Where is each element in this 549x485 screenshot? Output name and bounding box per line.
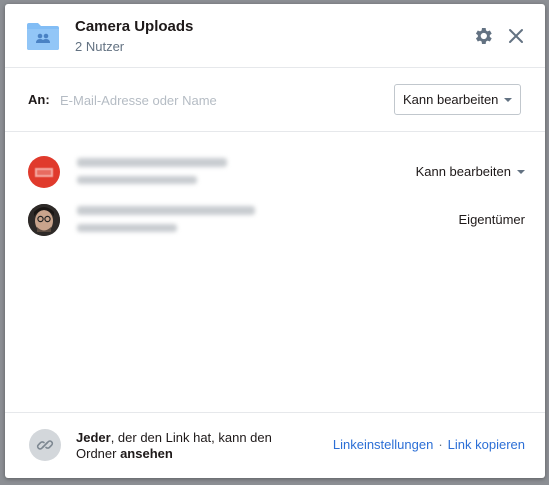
link-actions: Linkeinstellungen · Link kopieren (333, 437, 525, 452)
redacted-name (77, 206, 255, 215)
invite-permission-value: Kann bearbeiten (403, 92, 499, 107)
shared-folder-icon (27, 23, 59, 50)
member-row: Eigentümer (5, 200, 545, 240)
avatar (28, 156, 60, 188)
member-permission-dropdown[interactable]: Kann bearbeiten (416, 164, 511, 179)
link-separator: · (438, 437, 443, 452)
redacted-name (77, 158, 227, 167)
share-dialog: Camera Uploads 2 Nutzer An: Kann bearbei… (5, 4, 545, 478)
copy-link-link[interactable]: Link kopieren (448, 437, 525, 452)
to-label: An: (28, 92, 50, 107)
redacted-email (77, 224, 177, 232)
folder-title: Camera Uploads (75, 18, 194, 35)
user-photo-icon (28, 204, 60, 236)
member-role-owner: Eigentümer (458, 212, 525, 227)
link-access-description: Jeder, der den Link hat, kann den Ordner… (76, 430, 291, 462)
invite-permission-dropdown[interactable]: Kann bearbeiten (394, 84, 521, 115)
redacted-email (77, 176, 197, 184)
link-icon (29, 429, 61, 461)
settings-gear-icon[interactable] (472, 25, 494, 47)
invite-row: An: Kann bearbeiten (5, 68, 545, 132)
close-icon[interactable] (505, 25, 527, 47)
chevron-down-icon[interactable] (517, 170, 525, 174)
link-settings-link[interactable]: Linkeinstellungen (333, 437, 433, 452)
member-row: Kann bearbeiten (5, 152, 545, 192)
member-count: 2 Nutzer (75, 39, 125, 54)
blurred-logo-icon (35, 168, 53, 177)
access-audience: Jeder (76, 430, 111, 445)
chevron-down-icon (504, 98, 512, 102)
invite-email-input[interactable] (60, 85, 380, 115)
access-level: ansehen (120, 446, 173, 461)
link-sharing-footer: Jeder, der den Link hat, kann den Ordner… (5, 412, 545, 478)
avatar (28, 204, 60, 236)
dialog-header: Camera Uploads 2 Nutzer (5, 4, 545, 68)
